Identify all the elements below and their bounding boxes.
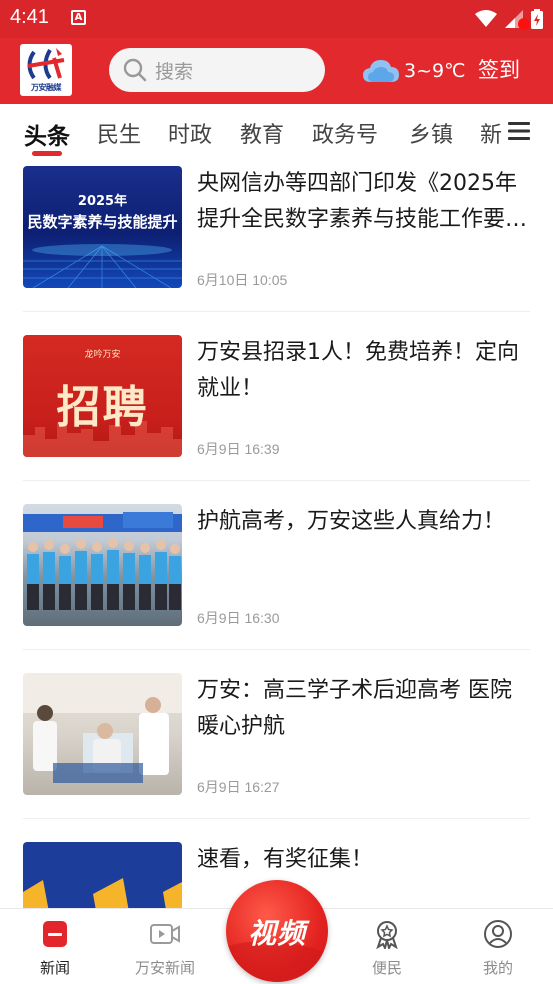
news-title: 护航高考，万安这些人真给力！ — [197, 509, 506, 534]
search-icon — [123, 58, 147, 82]
news-thumbnail: 2025年 民数字素养与技能提升 — [23, 166, 182, 288]
tab-government[interactable]: 政务号 — [312, 117, 378, 149]
news-item[interactable]: 万安：高三学子术后迎高考 医院暖心护航 6月9日 16:27 — [0, 667, 553, 835]
tab-politics[interactable]: 时政 — [168, 117, 212, 149]
logo-caption: 万安融媒 — [31, 83, 62, 92]
weather-widget[interactable]: 3~9℃ — [362, 54, 465, 88]
nav-news-label: 新闻 — [39, 959, 70, 977]
menu-icon[interactable] — [508, 121, 530, 141]
tab-livelihood[interactable]: 民生 — [97, 117, 141, 149]
news-list: 2025年 民数字素养与技能提升 央网信办等四部门印发《2025年提升全民数字素… — [0, 160, 553, 908]
cloud-icon — [363, 60, 399, 82]
signin-button[interactable]: 签到 — [478, 54, 520, 84]
news-photo — [23, 673, 182, 795]
news-time: 6月9日 16:27 — [197, 779, 280, 795]
tab-townships[interactable]: 乡镇 — [409, 117, 453, 149]
nav-service-label: 便民 — [371, 959, 402, 977]
search-placeholder: 搜索 — [155, 60, 194, 83]
nav-mine[interactable]: 我的 — [443, 909, 553, 984]
thumbnail-brand: 龙吟万安 — [84, 350, 121, 360]
news-icon — [43, 921, 67, 947]
nav-wanan-news[interactable]: 万安新闻 — [110, 909, 220, 984]
divider — [23, 480, 530, 481]
battery-icon — [531, 9, 543, 29]
divider — [23, 649, 530, 650]
news-title: 万安县招录1人！免费培养！定向就业！ — [197, 340, 519, 401]
volunteers-photo-graphic — [23, 512, 182, 610]
wifi-icon — [475, 10, 497, 27]
user-icon — [484, 920, 512, 948]
tab-new[interactable]: 新 — [480, 117, 502, 149]
nav-service[interactable]: 便民 — [332, 909, 442, 984]
divider — [23, 818, 530, 819]
service-badge-icon — [376, 921, 398, 949]
weather-temperature: 3~9℃ — [404, 60, 466, 82]
status-indicators — [475, 8, 543, 30]
news-title: 速看，有奖征集！ — [197, 847, 374, 872]
channel-tabs: 头条 民生 时政 教育 政务号 乡镇 新 — [0, 104, 553, 160]
video-news-icon — [150, 924, 180, 944]
news-item[interactable]: 2025年 民数字素养与技能提升 央网信办等四部门印发《2025年提升全民数字素… — [0, 160, 553, 328]
tab-headlines[interactable]: 头条 — [24, 117, 70, 151]
app-logo[interactable]: 万安融媒 — [20, 44, 72, 96]
tab-education[interactable]: 教育 — [240, 117, 284, 149]
news-photo — [23, 504, 182, 626]
news-time: 6月10日 10:05 — [197, 272, 288, 288]
status-bar: 4:41 A — [0, 0, 553, 38]
nav-news[interactable]: 新闻 — [0, 909, 110, 984]
signin-badge-dot — [518, 18, 530, 30]
logo-mark-icon — [27, 48, 65, 80]
divider — [23, 311, 530, 312]
megaphone-graphic — [23, 878, 182, 908]
news-thumbnail: 龙吟万安 招聘 — [23, 335, 182, 457]
hospital-photo-graphic — [23, 673, 182, 783]
news-item[interactable]: 护航高考，万安这些人真给力！ 6月9日 16:30 — [0, 498, 553, 666]
nav-mine-label: 我的 — [482, 959, 513, 977]
status-time: 4:41 — [10, 6, 49, 28]
nav-wanan-news-label: 万安新闻 — [134, 959, 195, 977]
search-input[interactable]: 搜索 — [109, 48, 325, 92]
thumbnail-caption: 招聘 — [56, 382, 149, 433]
news-title: 央网信办等四部门印发《2025年提升全民数字素养与技能工作要点》 — [197, 171, 517, 232]
news-title: 万安：高三学子术后迎高考 医院暖心护航 — [197, 678, 512, 739]
video-button-label: 视频 — [247, 917, 306, 950]
thumbnail-year: 2025年 — [77, 194, 128, 209]
news-time: 6月9日 16:39 — [197, 441, 280, 457]
thumbnail-caption: 民数字素养与技能提升 — [27, 213, 178, 231]
app-header: 万安融媒 搜索 3~9℃ 签到 — [0, 38, 553, 104]
app-notification-icon: A — [71, 10, 86, 25]
news-time: 6月9日 16:30 — [197, 610, 280, 626]
news-item[interactable]: 龙吟万安 招聘 万安县招录1人！免费培养！定向就业！ 6月9日 16:39 — [0, 329, 553, 497]
news-thumbnail — [23, 842, 182, 908]
active-tab-indicator — [32, 151, 62, 156]
video-button[interactable]: 视频 — [226, 880, 328, 982]
